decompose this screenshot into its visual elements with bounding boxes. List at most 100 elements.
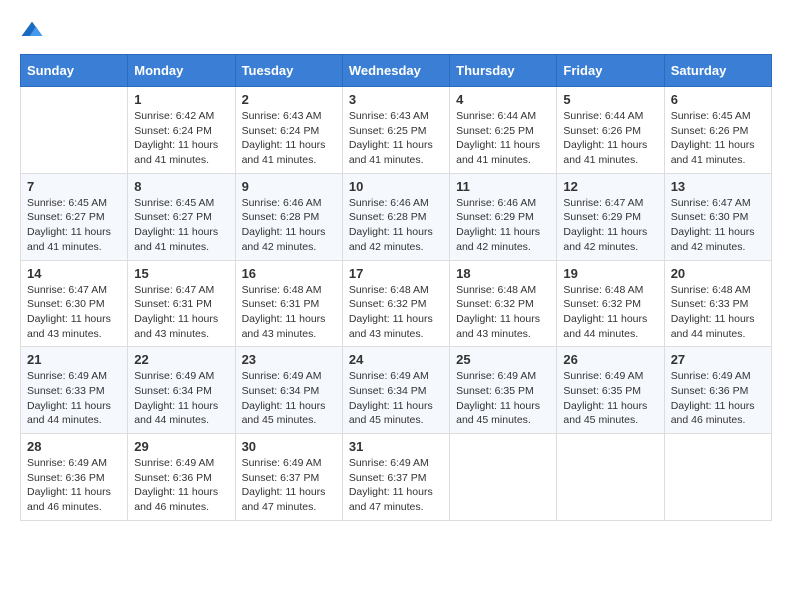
day-info: Sunrise: 6:43 AM Sunset: 6:24 PM Dayligh…	[242, 109, 336, 168]
day-number: 6	[671, 92, 765, 107]
day-info: Sunrise: 6:46 AM Sunset: 6:28 PM Dayligh…	[349, 196, 443, 255]
calendar-cell: 14 Sunrise: 6:47 AM Sunset: 6:30 PM Dayli…	[21, 260, 128, 347]
calendar-cell: 31 Sunrise: 6:49 AM Sunset: 6:37 PM Dayli…	[342, 434, 449, 521]
day-number: 18	[456, 266, 550, 281]
day-info: Sunrise: 6:45 AM Sunset: 6:27 PM Dayligh…	[134, 196, 228, 255]
calendar-header-thursday: Thursday	[450, 55, 557, 87]
day-number: 22	[134, 352, 228, 367]
day-info: Sunrise: 6:47 AM Sunset: 6:30 PM Dayligh…	[671, 196, 765, 255]
calendar-cell: 22 Sunrise: 6:49 AM Sunset: 6:34 PM Dayli…	[128, 347, 235, 434]
day-info: Sunrise: 6:46 AM Sunset: 6:28 PM Dayligh…	[242, 196, 336, 255]
day-number: 21	[27, 352, 121, 367]
calendar-cell: 11Sunrise: 6:46 AM Sunset: 6:29 PM Dayli…	[450, 173, 557, 260]
day-info: Sunrise: 6:48 AM Sunset: 6:33 PM Dayligh…	[671, 283, 765, 342]
day-info: Sunrise: 6:49 AM Sunset: 6:34 PM Dayligh…	[242, 369, 336, 428]
day-number: 12	[563, 179, 657, 194]
day-info: Sunrise: 6:49 AM Sunset: 6:35 PM Dayligh…	[456, 369, 550, 428]
calendar-header-wednesday: Wednesday	[342, 55, 449, 87]
day-number: 5	[563, 92, 657, 107]
day-number: 9	[242, 179, 336, 194]
calendar-cell: 12 Sunrise: 6:47 AM Sunset: 6:29 PM Dayli…	[557, 173, 664, 260]
day-info: Sunrise: 6:49 AM Sunset: 6:36 PM Dayligh…	[27, 456, 121, 515]
day-info: Sunrise: 6:49 AM Sunset: 6:37 PM Dayligh…	[349, 456, 443, 515]
calendar-cell: 28 Sunrise: 6:49 AM Sunset: 6:36 PM Dayli…	[21, 434, 128, 521]
calendar-cell: 17 Sunrise: 6:48 AM Sunset: 6:32 PM Dayli…	[342, 260, 449, 347]
calendar-cell: 8 Sunrise: 6:45 AM Sunset: 6:27 PM Daylig…	[128, 173, 235, 260]
calendar-cell: 25 Sunrise: 6:49 AM Sunset: 6:35 PM Dayli…	[450, 347, 557, 434]
day-info: Sunrise: 6:48 AM Sunset: 6:32 PM Dayligh…	[456, 283, 550, 342]
calendar-cell: 23 Sunrise: 6:49 AM Sunset: 6:34 PM Dayli…	[235, 347, 342, 434]
day-info: Sunrise: 6:49 AM Sunset: 6:36 PM Dayligh…	[671, 369, 765, 428]
calendar-cell: 16 Sunrise: 6:48 AM Sunset: 6:31 PM Dayli…	[235, 260, 342, 347]
calendar-table: SundayMondayTuesdayWednesdayThursdayFrid…	[20, 54, 772, 521]
calendar-cell: 30 Sunrise: 6:49 AM Sunset: 6:37 PM Dayli…	[235, 434, 342, 521]
calendar-week-row: 1 Sunrise: 6:42 AM Sunset: 6:24 PM Daylig…	[21, 87, 772, 174]
calendar-cell: 10Sunrise: 6:46 AM Sunset: 6:28 PM Dayli…	[342, 173, 449, 260]
calendar-week-row: 21 Sunrise: 6:49 AM Sunset: 6:33 PM Dayli…	[21, 347, 772, 434]
day-number: 27	[671, 352, 765, 367]
calendar-header-tuesday: Tuesday	[235, 55, 342, 87]
page-header	[20, 20, 772, 44]
day-number: 31	[349, 439, 443, 454]
day-info: Sunrise: 6:48 AM Sunset: 6:32 PM Dayligh…	[349, 283, 443, 342]
day-number: 2	[242, 92, 336, 107]
day-info: Sunrise: 6:47 AM Sunset: 6:30 PM Dayligh…	[27, 283, 121, 342]
day-info: Sunrise: 6:49 AM Sunset: 6:34 PM Dayligh…	[349, 369, 443, 428]
logo-icon	[20, 20, 44, 44]
day-info: Sunrise: 6:49 AM Sunset: 6:35 PM Dayligh…	[563, 369, 657, 428]
calendar-header-monday: Monday	[128, 55, 235, 87]
day-number: 7	[27, 179, 121, 194]
day-number: 8	[134, 179, 228, 194]
calendar-cell: 4Sunrise: 6:44 AM Sunset: 6:25 PM Daylig…	[450, 87, 557, 174]
calendar-cell: 18 Sunrise: 6:48 AM Sunset: 6:32 PM Dayli…	[450, 260, 557, 347]
calendar-cell: 9 Sunrise: 6:46 AM Sunset: 6:28 PM Daylig…	[235, 173, 342, 260]
calendar-header-sunday: Sunday	[21, 55, 128, 87]
day-number: 23	[242, 352, 336, 367]
calendar-week-row: 28 Sunrise: 6:49 AM Sunset: 6:36 PM Dayli…	[21, 434, 772, 521]
calendar-cell: 29Sunrise: 6:49 AM Sunset: 6:36 PM Dayli…	[128, 434, 235, 521]
day-info: Sunrise: 6:47 AM Sunset: 6:31 PM Dayligh…	[134, 283, 228, 342]
day-info: Sunrise: 6:48 AM Sunset: 6:31 PM Dayligh…	[242, 283, 336, 342]
calendar-week-row: 7 Sunrise: 6:45 AM Sunset: 6:27 PM Daylig…	[21, 173, 772, 260]
calendar-cell: 5 Sunrise: 6:44 AM Sunset: 6:26 PM Daylig…	[557, 87, 664, 174]
day-number: 20	[671, 266, 765, 281]
calendar-cell: 1 Sunrise: 6:42 AM Sunset: 6:24 PM Daylig…	[128, 87, 235, 174]
day-info: Sunrise: 6:44 AM Sunset: 6:26 PM Dayligh…	[563, 109, 657, 168]
day-info: Sunrise: 6:49 AM Sunset: 6:34 PM Dayligh…	[134, 369, 228, 428]
day-number: 25	[456, 352, 550, 367]
day-info: Sunrise: 6:43 AM Sunset: 6:25 PM Dayligh…	[349, 109, 443, 168]
day-info: Sunrise: 6:49 AM Sunset: 6:33 PM Dayligh…	[27, 369, 121, 428]
calendar-cell: 26 Sunrise: 6:49 AM Sunset: 6:35 PM Dayli…	[557, 347, 664, 434]
calendar-cell	[21, 87, 128, 174]
day-number: 26	[563, 352, 657, 367]
day-number: 3	[349, 92, 443, 107]
day-info: Sunrise: 6:49 AM Sunset: 6:36 PM Dayligh…	[134, 456, 228, 515]
day-info: Sunrise: 6:49 AM Sunset: 6:37 PM Dayligh…	[242, 456, 336, 515]
day-number: 19	[563, 266, 657, 281]
day-number: 14	[27, 266, 121, 281]
calendar-cell: 19 Sunrise: 6:48 AM Sunset: 6:32 PM Dayli…	[557, 260, 664, 347]
day-number: 28	[27, 439, 121, 454]
calendar-cell: 21 Sunrise: 6:49 AM Sunset: 6:33 PM Dayli…	[21, 347, 128, 434]
day-info: Sunrise: 6:48 AM Sunset: 6:32 PM Dayligh…	[563, 283, 657, 342]
day-number: 15	[134, 266, 228, 281]
day-info: Sunrise: 6:42 AM Sunset: 6:24 PM Dayligh…	[134, 109, 228, 168]
logo	[20, 20, 48, 44]
calendar-cell: 27 Sunrise: 6:49 AM Sunset: 6:36 PM Dayli…	[664, 347, 771, 434]
day-number: 24	[349, 352, 443, 367]
day-number: 17	[349, 266, 443, 281]
day-number: 1	[134, 92, 228, 107]
calendar-header-row: SundayMondayTuesdayWednesdayThursdayFrid…	[21, 55, 772, 87]
calendar-header-friday: Friday	[557, 55, 664, 87]
day-number: 11	[456, 179, 550, 194]
day-number: 16	[242, 266, 336, 281]
calendar-cell: 13 Sunrise: 6:47 AM Sunset: 6:30 PM Dayli…	[664, 173, 771, 260]
day-number: 30	[242, 439, 336, 454]
calendar-cell: 24 Sunrise: 6:49 AM Sunset: 6:34 PM Dayli…	[342, 347, 449, 434]
calendar-header-saturday: Saturday	[664, 55, 771, 87]
day-info: Sunrise: 6:44 AM Sunset: 6:25 PM Dayligh…	[456, 109, 550, 168]
calendar-week-row: 14 Sunrise: 6:47 AM Sunset: 6:30 PM Dayli…	[21, 260, 772, 347]
day-number: 13	[671, 179, 765, 194]
calendar-cell	[664, 434, 771, 521]
day-info: Sunrise: 6:47 AM Sunset: 6:29 PM Dayligh…	[563, 196, 657, 255]
